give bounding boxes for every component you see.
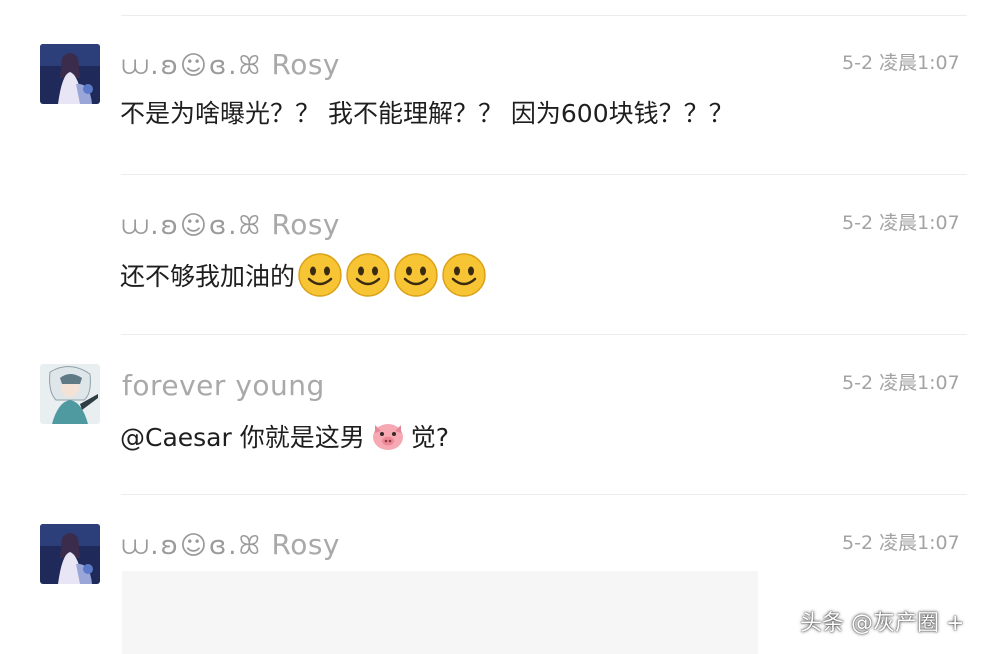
author-name-decoration: ⩊.ʚ☺ɞ.ꕤ	[122, 531, 263, 561]
smile-emoji	[346, 253, 390, 297]
author-name[interactable]: forever young	[122, 369, 325, 402]
author-name[interactable]: ⩊.ʚ☺ɞ.ꕤ Rosy	[122, 528, 340, 562]
comment-timestamp: 5-2 凌晨1:07	[842, 532, 960, 554]
author-name-text: Rosy	[271, 528, 341, 561]
comment-timestamp: 5-2 凌晨1:07	[842, 372, 960, 394]
author-name-decoration: ⩊.ʚ☺ɞ.ꕤ	[122, 211, 263, 241]
smile-emoji	[394, 253, 438, 297]
avatar[interactable]	[40, 364, 100, 424]
comment-text: @Caesar 你就是这男	[120, 423, 365, 452]
author-name[interactable]: ⩊.ʚ☺ɞ.ꕤ Rosy	[122, 48, 340, 82]
comment-content-placeholder	[122, 571, 758, 654]
avatar[interactable]	[40, 524, 100, 584]
comment-divider	[121, 334, 967, 335]
smile-emoji	[442, 253, 486, 297]
comment-text: 不是为啥曝光？？ 我不能理解？？ 因为600块钱？？？	[120, 99, 734, 128]
comment-text-row: @Caesar 你就是这男 觉?	[120, 418, 449, 454]
author-name-decoration: ⩊.ʚ☺ɞ.ꕤ	[122, 51, 263, 81]
smile-emoji	[298, 253, 342, 297]
comment-timestamp: 5-2 凌晨1:07	[842, 52, 960, 74]
comment-divider	[121, 494, 967, 495]
comment-text-suffix: 觉?	[410, 423, 450, 452]
comment-timestamp: 5-2 凌晨1:07	[842, 212, 960, 234]
comment-divider	[121, 174, 967, 175]
avatar[interactable]	[40, 44, 100, 104]
author-name-text: Rosy	[271, 208, 341, 241]
author-name-text: Rosy	[271, 48, 341, 81]
comment-text: 还不够我加油的	[120, 262, 296, 291]
comment-divider	[121, 15, 967, 16]
comment-text-row: 还不够我加油的	[120, 252, 487, 298]
author-name[interactable]: ⩊.ʚ☺ɞ.ꕤ Rosy	[122, 208, 340, 242]
watermark: 头条 @灰产圈 +	[800, 611, 965, 636]
pig-emoji	[372, 424, 403, 450]
